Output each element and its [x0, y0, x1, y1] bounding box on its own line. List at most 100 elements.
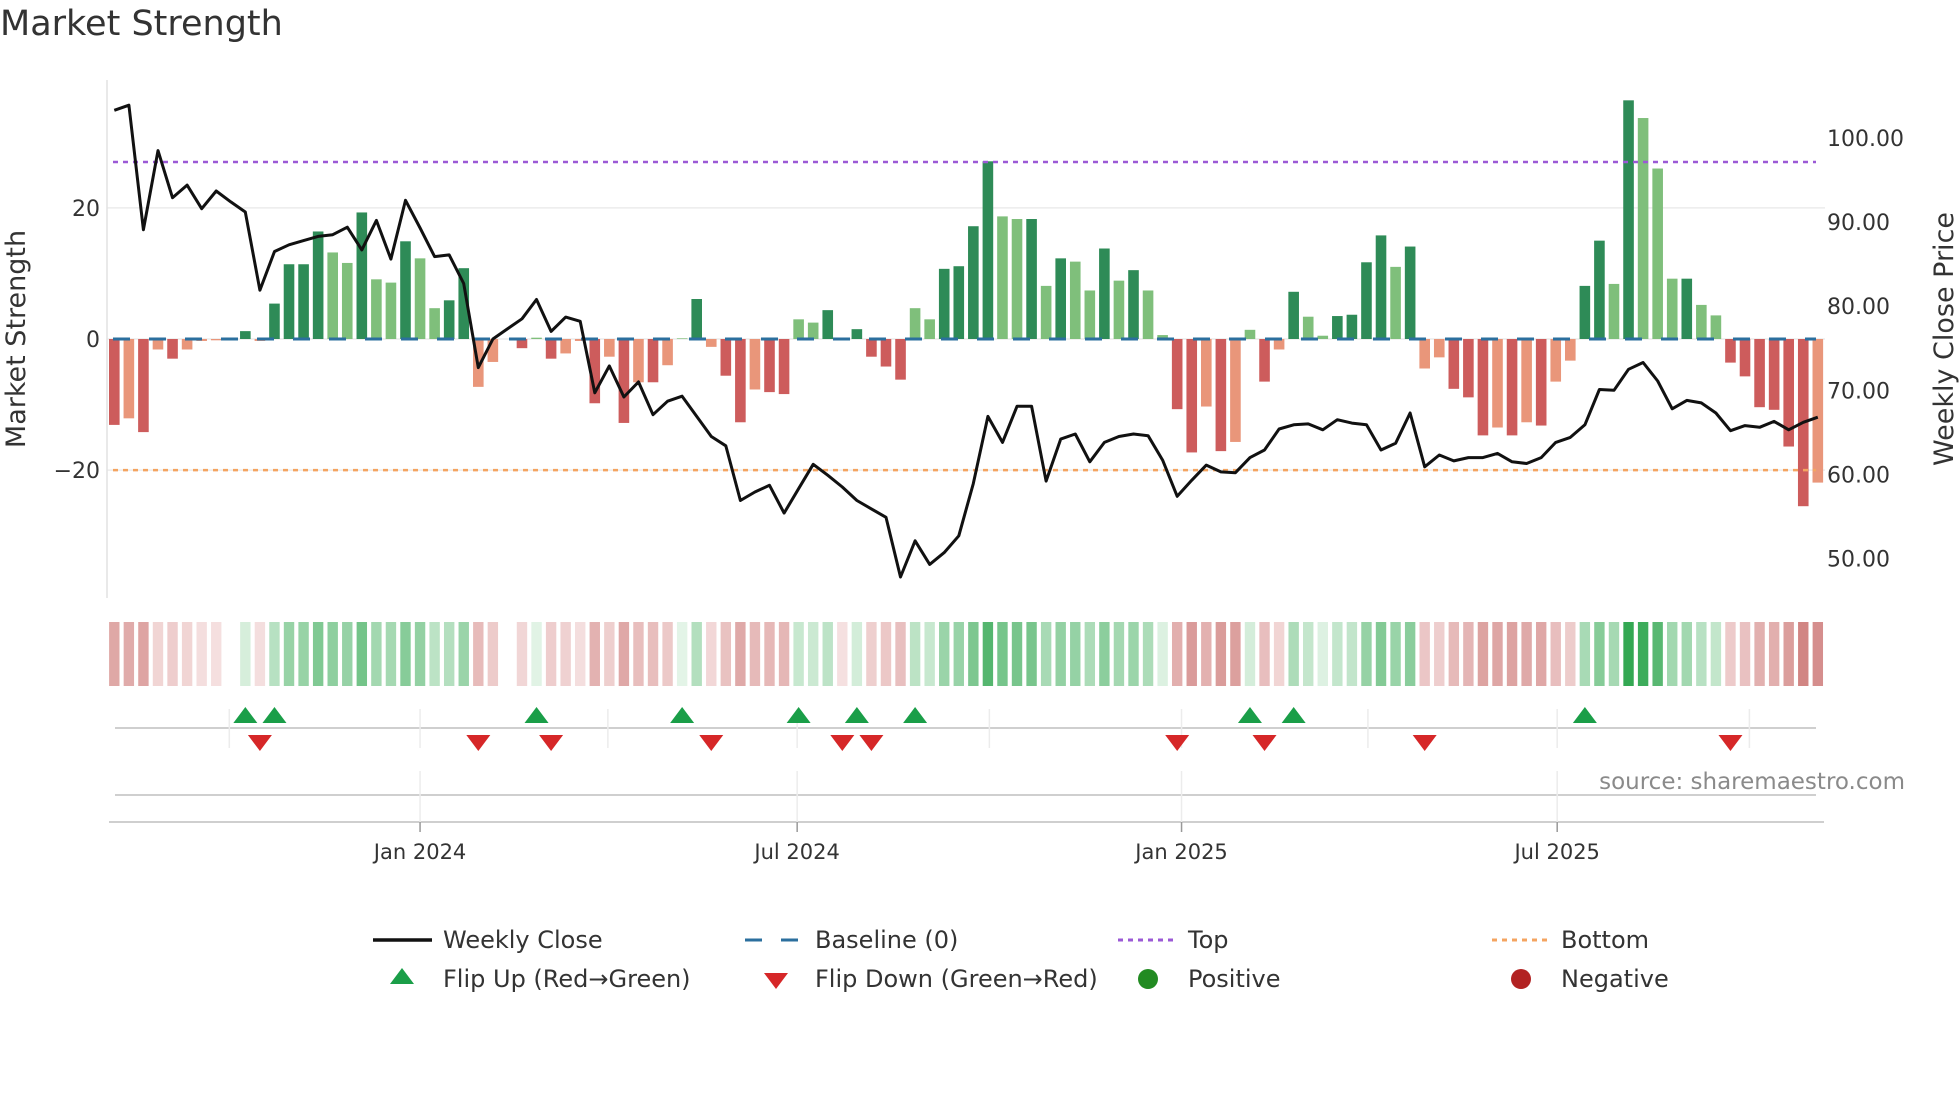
flip-up-marker	[262, 707, 287, 723]
right-tick-label: 60.00	[1827, 463, 1890, 488]
strip-cell	[647, 622, 659, 686]
strip-cell	[1535, 622, 1547, 686]
strip-cell	[1332, 622, 1343, 686]
right-tick-label: 90.00	[1827, 211, 1890, 236]
strength-bar	[1273, 339, 1285, 350]
strip-cell	[371, 622, 382, 686]
strength-bar	[735, 339, 746, 423]
strength-bar	[210, 339, 222, 341]
strip-cell	[880, 622, 892, 686]
strip-cell	[545, 622, 557, 686]
right-tick-label: 100.00	[1827, 127, 1904, 152]
strength-bar	[1768, 339, 1780, 410]
strip-cell	[560, 622, 571, 686]
flip-up-marker	[903, 707, 928, 723]
strip-cell	[793, 622, 804, 686]
strength-heat-strip	[109, 622, 1824, 686]
strip-cell	[604, 622, 615, 686]
x-tick-label: Jan 2025	[1133, 840, 1228, 864]
flip-up-marker	[1281, 707, 1306, 723]
strip-cell	[1346, 622, 1358, 686]
strength-bar	[1492, 339, 1503, 428]
strength-bar	[1608, 283, 1620, 339]
strip-cell	[1215, 622, 1227, 686]
strip-cell	[458, 622, 469, 686]
flip-down-marker	[699, 735, 724, 751]
strip-cell	[211, 622, 222, 686]
strip-cell	[1652, 622, 1663, 686]
strength-bar	[1317, 335, 1329, 339]
strip-cell	[1026, 622, 1037, 686]
strip-cell	[749, 622, 761, 686]
strength-bar	[1404, 246, 1416, 339]
strip-cell	[516, 622, 528, 686]
strength-bar	[1142, 290, 1154, 339]
strength-bar	[1594, 240, 1605, 339]
strip-cell	[851, 622, 863, 686]
strength-bar	[1696, 304, 1707, 339]
strength-bar	[720, 339, 732, 376]
strength-bar	[880, 339, 892, 367]
strip-cell	[1637, 622, 1649, 686]
strength-bar	[705, 339, 717, 347]
strip-cell	[1186, 622, 1197, 686]
right-tick-label: 70.00	[1827, 379, 1890, 404]
strength-bar	[1390, 266, 1401, 339]
strip-cell	[939, 622, 950, 686]
strength-bar	[822, 310, 834, 339]
strength-bar	[1433, 339, 1445, 358]
strip-cell	[1011, 622, 1023, 686]
strip-cell	[1506, 622, 1518, 686]
strength-bar	[1623, 100, 1634, 339]
strip-cell	[1550, 622, 1561, 686]
strip-cell	[443, 622, 455, 686]
strip-cell	[1390, 622, 1401, 686]
strip-cell	[1768, 622, 1780, 686]
strip-cell	[1594, 622, 1605, 686]
strip-cell	[487, 622, 499, 686]
flip-up-marker	[670, 707, 695, 723]
strength-bar	[924, 319, 935, 339]
strength-bar	[1288, 291, 1299, 339]
strip-cell	[1754, 622, 1765, 686]
strip-cell	[1375, 622, 1387, 686]
flip-down-marker	[1412, 735, 1437, 751]
strength-bar	[1113, 280, 1125, 339]
strength-bar	[109, 339, 120, 425]
strength-bar	[793, 319, 804, 339]
strip-cell	[152, 622, 164, 686]
strip-cell	[1565, 622, 1576, 686]
flip-down-marker	[859, 735, 884, 751]
strip-cell	[1288, 622, 1299, 686]
strength-bar	[487, 339, 499, 362]
strength-bar	[807, 322, 819, 339]
flip-up-marker	[844, 707, 869, 723]
flip-markers	[115, 707, 1816, 796]
strength-bar	[1332, 316, 1343, 339]
right-tick-label: 80.00	[1827, 295, 1890, 320]
strip-cell	[1812, 622, 1824, 686]
strip-cell	[327, 622, 338, 686]
strength-bar	[1565, 339, 1576, 361]
left-tick-label: 0	[86, 328, 100, 353]
strength-bar	[1710, 315, 1722, 339]
strip-cell	[1798, 622, 1809, 686]
strength-bar	[1637, 118, 1649, 339]
strength-bar	[312, 231, 324, 339]
strip-cell	[1448, 622, 1460, 686]
strength-bar	[1535, 339, 1547, 426]
strip-cell	[735, 622, 746, 686]
strength-bar	[240, 331, 251, 339]
strength-bar	[269, 303, 280, 339]
strip-cell	[1404, 622, 1416, 686]
strength-bar	[938, 268, 950, 339]
strength-bar	[1448, 339, 1460, 389]
strength-bar	[676, 338, 688, 339]
strip-cell	[312, 622, 324, 686]
strength-bar	[1084, 290, 1096, 339]
strength-bar	[1346, 314, 1358, 339]
source-credit: source: sharemaestro.com	[1599, 769, 1905, 795]
weekly-close-line	[113, 103, 1819, 579]
strip-cell	[1303, 622, 1314, 686]
flip-up-marker	[1572, 707, 1597, 723]
